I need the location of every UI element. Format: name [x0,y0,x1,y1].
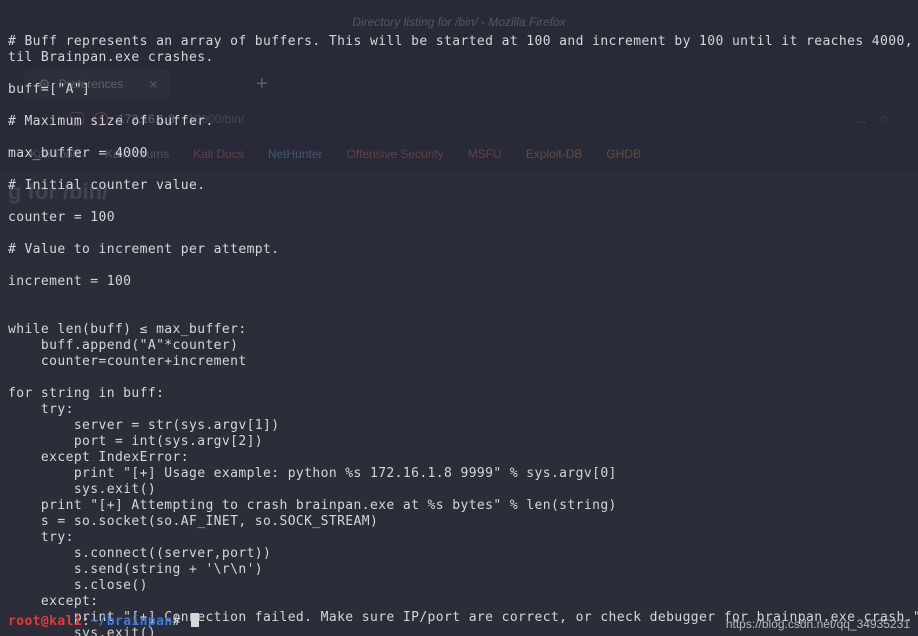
cursor-icon [191,613,199,627]
terminal-output[interactable]: # Buff represents an array of buffers. T… [0,0,918,636]
prompt-host: kali [49,614,82,629]
shell-prompt[interactable]: root@kali:~/brainpan# [8,613,199,630]
code-block: # Buff represents an array of buffers. T… [8,34,910,636]
prompt-hash: # [173,614,181,629]
prompt-user: root [8,614,41,629]
prompt-path: ~/brainpan [90,614,172,629]
watermark: https://blog.csdn.net/qq_34935231 [726,616,910,632]
prompt-at: @ [41,614,49,629]
